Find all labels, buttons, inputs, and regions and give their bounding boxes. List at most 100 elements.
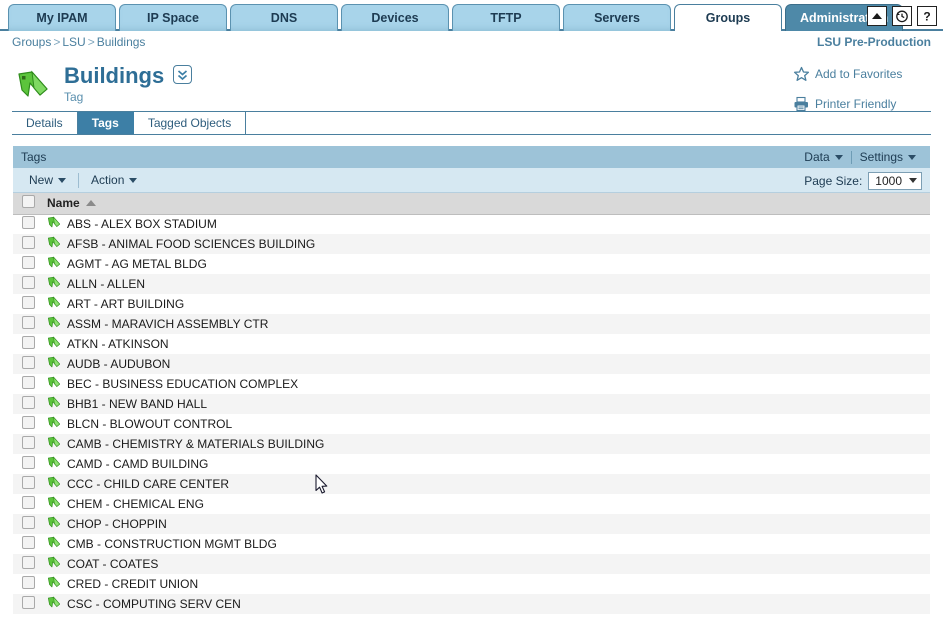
table-row[interactable]: AFSB - ANIMAL FOOD SCIENCES BUILDING bbox=[13, 234, 930, 254]
table-body: ABS - ALEX BOX STADIUM AFSB - ANIMAL FOOD… bbox=[13, 214, 930, 614]
tab-tagged-objects[interactable]: Tagged Objects bbox=[133, 112, 247, 134]
row-checkbox[interactable] bbox=[22, 416, 35, 429]
row-name-label[interactable]: CCC - CHILD CARE CENTER bbox=[67, 477, 229, 491]
tab-ip-space[interactable]: IP Space bbox=[119, 4, 227, 31]
row-select-cell bbox=[13, 574, 43, 594]
table-row[interactable]: AGMT - AG METAL BLDG bbox=[13, 254, 930, 274]
add-to-favorites-button[interactable]: Add to Favorites bbox=[791, 63, 931, 85]
row-checkbox[interactable] bbox=[22, 536, 35, 549]
row-name-label[interactable]: CHEM - CHEMICAL ENG bbox=[67, 497, 204, 511]
table-row[interactable]: ART - ART BUILDING bbox=[13, 294, 930, 314]
settings-menu[interactable]: Settings bbox=[852, 149, 924, 165]
tab-groups[interactable]: Groups bbox=[674, 4, 782, 34]
tab-devices[interactable]: Devices bbox=[341, 4, 449, 31]
tab-my-ipam[interactable]: My IPAM bbox=[8, 4, 116, 31]
table-head: Name bbox=[13, 193, 930, 215]
page-size-select[interactable]: 1000 bbox=[868, 171, 922, 190]
table-row[interactable]: CAMD - CAMD BUILDING bbox=[13, 454, 930, 474]
table-row[interactable]: ATKN - ATKINSON bbox=[13, 334, 930, 354]
row-name-label[interactable]: BEC - BUSINESS EDUCATION COMPLEX bbox=[67, 377, 298, 391]
row-checkbox[interactable] bbox=[22, 236, 35, 249]
tab-tags[interactable]: Tags bbox=[77, 112, 134, 134]
breadcrumb-item-lsu[interactable]: LSU bbox=[62, 35, 85, 49]
tab-label: Devices bbox=[371, 11, 419, 25]
table-row[interactable]: CRED - CREDIT UNION bbox=[13, 574, 930, 594]
row-name-label[interactable]: CMB - CONSTRUCTION MGMT BLDG bbox=[67, 537, 277, 551]
row-checkbox[interactable] bbox=[22, 516, 35, 529]
row-name-cell: BEC - BUSINESS EDUCATION COMPLEX bbox=[43, 374, 930, 394]
table-row[interactable]: BLCN - BLOWOUT CONTROL bbox=[13, 414, 930, 434]
row-checkbox[interactable] bbox=[22, 216, 35, 230]
row-checkbox[interactable] bbox=[22, 556, 35, 569]
table-row[interactable]: CCC - CHILD CARE CENTER bbox=[13, 474, 930, 494]
table-row[interactable]: BHB1 - NEW BAND HALL bbox=[13, 394, 930, 414]
action-menu-button[interactable]: Action bbox=[83, 172, 145, 188]
breadcrumb-item-buildings[interactable]: Buildings bbox=[97, 35, 146, 49]
row-checkbox[interactable] bbox=[22, 296, 35, 309]
collapse-icon[interactable] bbox=[867, 6, 887, 26]
row-name-label[interactable]: CAMD - CAMD BUILDING bbox=[67, 457, 208, 471]
help-icon[interactable]: ? bbox=[917, 6, 937, 26]
row-name-label[interactable]: CSC - COMPUTING SERV CEN bbox=[67, 597, 241, 611]
table-row[interactable]: CMB - CONSTRUCTION MGMT BLDG bbox=[13, 534, 930, 554]
new-menu-button[interactable]: New bbox=[21, 172, 74, 188]
panel-toolbar: New Action Page Size: 1000 bbox=[13, 168, 930, 193]
table-row[interactable]: CHEM - CHEMICAL ENG bbox=[13, 494, 930, 514]
row-select-cell bbox=[13, 314, 43, 334]
tab-dns[interactable]: DNS bbox=[230, 4, 338, 31]
row-name-label[interactable]: AFSB - ANIMAL FOOD SCIENCES BUILDING bbox=[67, 237, 315, 251]
tag-icon bbox=[16, 69, 50, 104]
row-checkbox[interactable] bbox=[22, 256, 35, 269]
table-row[interactable]: BEC - BUSINESS EDUCATION COMPLEX bbox=[13, 374, 930, 394]
row-checkbox[interactable] bbox=[22, 316, 35, 329]
data-menu[interactable]: Data bbox=[796, 149, 850, 165]
history-icon[interactable] bbox=[892, 6, 912, 26]
row-name-label[interactable]: ASSM - MARAVICH ASSEMBLY CTR bbox=[67, 317, 268, 331]
row-name-label[interactable]: ALLN - ALLEN bbox=[67, 277, 145, 291]
tab-details[interactable]: Details bbox=[12, 112, 78, 134]
row-checkbox[interactable] bbox=[22, 476, 35, 489]
row-select-cell bbox=[13, 434, 43, 454]
row-name-label[interactable]: AGMT - AG METAL BLDG bbox=[67, 257, 207, 271]
table-row[interactable]: ASSM - MARAVICH ASSEMBLY CTR bbox=[13, 314, 930, 334]
column-header-name[interactable]: Name bbox=[43, 193, 930, 215]
tab-servers[interactable]: Servers bbox=[563, 4, 671, 31]
row-name-label[interactable]: AUDB - AUDUBON bbox=[67, 357, 170, 371]
select-all-checkbox[interactable] bbox=[22, 195, 35, 209]
printer-friendly-label: Printer Friendly bbox=[815, 97, 897, 111]
breadcrumb-item-groups[interactable]: Groups bbox=[12, 35, 51, 49]
row-checkbox[interactable] bbox=[22, 396, 35, 409]
row-name-label[interactable]: ABS - ALEX BOX STADIUM bbox=[67, 217, 217, 231]
row-checkbox[interactable] bbox=[22, 336, 35, 349]
table-row[interactable]: ALLN - ALLEN bbox=[13, 274, 930, 294]
chevron-down-icon bbox=[834, 154, 843, 160]
table-row[interactable]: CAMB - CHEMISTRY & MATERIALS BUILDING bbox=[13, 434, 930, 454]
row-checkbox[interactable] bbox=[22, 456, 35, 469]
row-name-label[interactable]: ATKN - ATKINSON bbox=[67, 337, 169, 351]
table-row[interactable]: ABS - ALEX BOX STADIUM bbox=[13, 214, 930, 234]
table-row[interactable]: CHOP - CHOPPIN bbox=[13, 514, 930, 534]
row-checkbox[interactable] bbox=[22, 496, 35, 509]
row-name-label[interactable]: BHB1 - NEW BAND HALL bbox=[67, 397, 207, 411]
row-name-label[interactable]: ART - ART BUILDING bbox=[67, 297, 184, 311]
row-name-label[interactable]: COAT - COATES bbox=[67, 557, 158, 571]
row-checkbox[interactable] bbox=[22, 576, 35, 589]
table-row[interactable]: AUDB - AUDUBON bbox=[13, 354, 930, 374]
row-name-label[interactable]: CHOP - CHOPPIN bbox=[67, 517, 167, 531]
tag-icon bbox=[47, 556, 61, 572]
row-checkbox[interactable] bbox=[22, 356, 35, 369]
row-name-label[interactable]: CRED - CREDIT UNION bbox=[67, 577, 198, 591]
tab-tftp[interactable]: TFTP bbox=[452, 4, 560, 31]
tag-icon bbox=[47, 456, 61, 472]
row-checkbox[interactable] bbox=[22, 276, 35, 289]
row-checkbox[interactable] bbox=[22, 596, 35, 609]
row-checkbox[interactable] bbox=[22, 436, 35, 449]
chevron-double-down-icon[interactable] bbox=[173, 64, 193, 84]
application-window: My IPAM IP Space DNS Devices TFTP Server… bbox=[0, 0, 943, 637]
row-name-label[interactable]: CAMB - CHEMISTRY & MATERIALS BUILDING bbox=[67, 437, 324, 451]
table-row[interactable]: COAT - COATES bbox=[13, 554, 930, 574]
table-row[interactable]: CSC - COMPUTING SERV CEN bbox=[13, 594, 930, 614]
tag-icon bbox=[47, 316, 61, 332]
row-checkbox[interactable] bbox=[22, 376, 35, 389]
row-name-label[interactable]: BLCN - BLOWOUT CONTROL bbox=[67, 417, 232, 431]
